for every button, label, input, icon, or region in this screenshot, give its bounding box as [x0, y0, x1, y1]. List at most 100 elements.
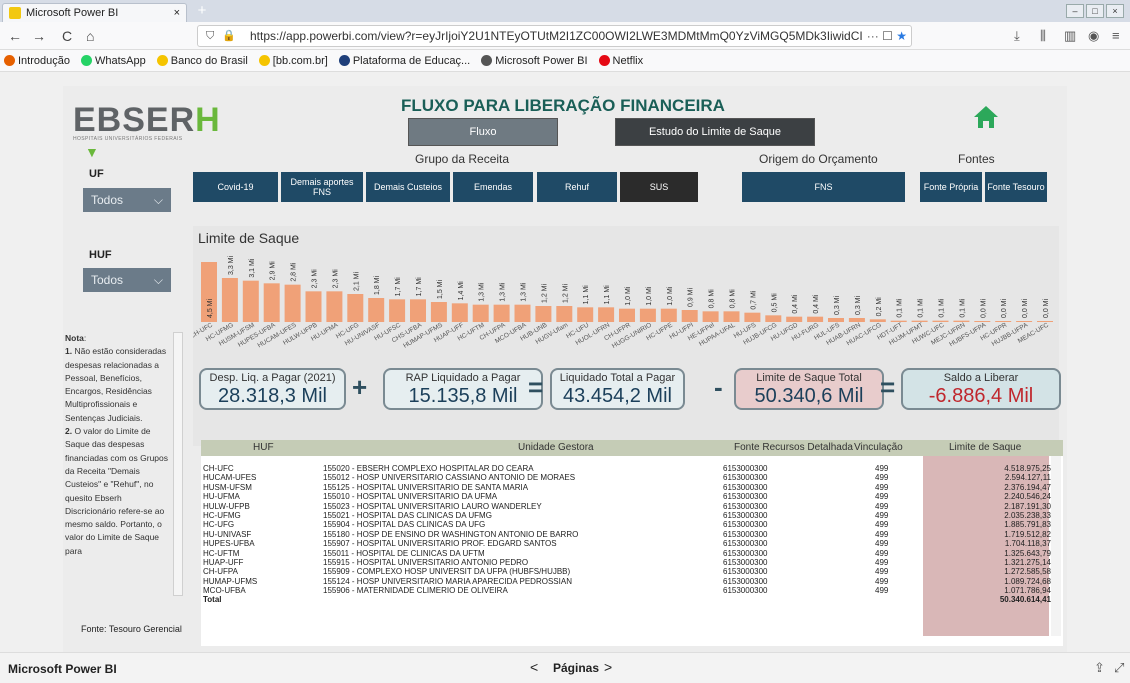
maximize-button[interactable]: □	[1086, 4, 1104, 18]
chart-bar[interactable]	[472, 304, 489, 322]
chart-bar[interactable]	[765, 315, 782, 322]
fonte-propria-button[interactable]: Fonte Própria	[920, 172, 982, 202]
bookmark-item[interactable]: Netflix	[598, 55, 643, 67]
chart-bar[interactable]	[786, 316, 803, 322]
chart-bar[interactable]	[598, 307, 615, 322]
chart-bar[interactable]	[702, 311, 719, 322]
chart-bar[interactable]	[807, 316, 824, 322]
note-scrollbar[interactable]	[173, 332, 183, 596]
table-row[interactable]: HULW-UFPB 155023 - HOSPITAL UNIVERSITARIO…	[203, 502, 1051, 511]
origem-fns-button[interactable]: FNS	[742, 172, 905, 202]
table-row[interactable]: HUCAM-UFES 155012 - HOSP UNIVERSITARIO CA…	[203, 473, 1051, 482]
menu-icon[interactable]: ≡	[1112, 28, 1120, 43]
chart-bar[interactable]	[326, 291, 343, 322]
next-page-button[interactable]: >	[604, 659, 612, 675]
chart-bar[interactable]	[744, 312, 761, 322]
chart-bar[interactable]	[535, 306, 552, 322]
reload-icon[interactable]: C	[62, 28, 72, 44]
table-row[interactable]: HU-UNIVASF 155180 - HOSP DE ENSINO DR WAS…	[203, 530, 1051, 539]
sidebar-icon[interactable]: ▥	[1064, 28, 1076, 44]
grupo-button-5[interactable]: SUS	[620, 172, 698, 202]
chart-bar[interactable]	[514, 304, 531, 322]
chart-bar[interactable]	[723, 311, 740, 322]
bookmark-item[interactable]: WhatsApp	[80, 55, 146, 67]
chart-bar[interactable]	[242, 280, 259, 322]
col-unidade-gestora[interactable]: Unidade Gestora	[518, 442, 594, 453]
browser-tab[interactable]: Microsoft Power BI ×	[2, 3, 187, 22]
chart-bar[interactable]	[639, 308, 656, 322]
table-row[interactable]: HUPES-UFBA 155907 - HOSPITAL UNIVERSITARI…	[203, 539, 1051, 548]
chart-bar[interactable]	[389, 299, 406, 322]
table-row[interactable]: HUSM-UFSM 155125 - HOSPITAL UNIVERSITARIO…	[203, 483, 1051, 492]
grupo-button-4[interactable]: Rehuf	[537, 172, 617, 202]
new-tab-button[interactable]: +	[192, 3, 212, 19]
fonte-tesouro-button[interactable]: Fonte Tesouro	[985, 172, 1047, 202]
col-limite-saque[interactable]: Limite de Saque	[949, 442, 1021, 453]
table-row[interactable]: HC-UFMG 155021 - HOSPITAL DAS CLINICAS DA…	[203, 511, 1051, 520]
bookmark-item[interactable]: Banco do Brasil	[156, 55, 248, 67]
chart-bar[interactable]	[221, 278, 238, 322]
home-icon[interactable]	[973, 104, 999, 130]
chart-bar[interactable]	[577, 307, 594, 322]
chart-bar[interactable]	[368, 298, 385, 322]
home-icon[interactable]: ⌂	[86, 28, 94, 44]
chart-bar[interactable]	[681, 310, 698, 322]
close-window-button[interactable]: ×	[1106, 4, 1124, 18]
window-controls: – □ ×	[1066, 4, 1124, 18]
table-scrollbar[interactable]	[1051, 456, 1061, 636]
lock-icon[interactable]: 🔒	[222, 26, 236, 46]
uf-dropdown[interactable]: Todos ⌵	[83, 188, 171, 212]
col-vinculacao[interactable]: Vinculação	[854, 442, 903, 453]
forward-icon[interactable]: →	[32, 28, 46, 44]
bookmark-item[interactable]: [bb.com.br]	[258, 55, 328, 67]
col-fonte-recursos[interactable]: Fonte Recursos Detalhada	[734, 442, 853, 453]
table-cell: 6153000300	[723, 567, 768, 577]
chart-bar[interactable]	[619, 308, 635, 322]
chart-bar[interactable]	[556, 306, 573, 322]
chart-bar[interactable]	[284, 284, 301, 322]
fullscreen-icon[interactable]: ⤢	[1114, 660, 1124, 676]
grupo-button-1[interactable]: Demais aportes FNS	[281, 172, 363, 202]
table-row[interactable]: HC-UFTM 155011 - HOSPITAL DE CLINICAS DA …	[203, 549, 1051, 558]
bookmark-item[interactable]: Plataforma de Educaç...	[338, 55, 470, 67]
chart-bar[interactable]	[263, 283, 280, 322]
chart-bar[interactable]	[451, 303, 468, 322]
share-icon[interactable]: ⇪	[1094, 660, 1105, 676]
chart-bar[interactable]	[347, 294, 364, 322]
pocket-icon[interactable]: ☐	[882, 29, 893, 43]
grupo-button-2[interactable]: Demais Custeios	[366, 172, 450, 202]
table-row[interactable]: HU-UFMA 155010 - HOSPITAL UNIVERSITARIO D…	[203, 492, 1051, 501]
bookmark-item[interactable]: Introdução	[4, 55, 70, 67]
table-row[interactable]: HC-UFG 155904 - HOSPITAL DAS CLINICAS DA …	[203, 520, 1051, 529]
chart-bar[interactable]	[430, 302, 447, 322]
col-huf[interactable]: HUF	[253, 442, 274, 453]
back-icon[interactable]: ←	[8, 28, 22, 44]
library-icon[interactable]: ⫼	[1040, 28, 1046, 44]
huf-dropdown[interactable]: Todos ⌵	[83, 268, 171, 292]
account-icon[interactable]: ◉	[1088, 28, 1099, 44]
clear-filter-icon[interactable]: ▼	[85, 144, 99, 160]
bookmark-item[interactable]: Microsoft Power BI	[481, 55, 588, 67]
minimize-button[interactable]: –	[1066, 4, 1084, 18]
chart-bar[interactable]	[493, 304, 510, 322]
fluxo-button[interactable]: Fluxo	[408, 118, 558, 146]
chart-bar[interactable]	[305, 291, 322, 322]
address-bar[interactable]: ⛉ 🔒 https://app.powerbi.com/view?r=eyJrI…	[197, 25, 912, 47]
table-row[interactable]: HUAP-UFF 155915 - HOSPITAL UNIVERSITARIO …	[203, 558, 1051, 567]
grupo-button-0[interactable]: Covid-19	[193, 172, 278, 202]
shield-icon[interactable]: ⛉	[206, 26, 214, 46]
prev-page-button[interactable]: <	[530, 659, 538, 675]
table-row[interactable]: MCO-UFBA 155906 - MATERNIDADE CLIMERIO DE…	[203, 586, 1051, 595]
downloads-icon[interactable]: ⤓	[1014, 28, 1020, 44]
pages-label[interactable]: Páginas	[553, 661, 599, 675]
table-row[interactable]: HUMAP-UFMS 155124 - HOSP UNIVERSITARIO MA…	[203, 577, 1051, 586]
table-row[interactable]: CH-UFPA 155909 - COMPLEXO HOSP UNIVERSIT …	[203, 567, 1051, 576]
page-actions-icon[interactable]: ···	[867, 29, 879, 43]
grupo-button-3[interactable]: Emendas	[453, 172, 533, 202]
tab-close-icon[interactable]: ×	[174, 7, 180, 19]
chart-bar[interactable]	[660, 308, 677, 322]
table-row[interactable]: CH-UFC 155020 - EBSERH COMPLEXO HOSPITALA…	[203, 464, 1051, 473]
estudo-limite-button[interactable]: Estudo do Limite de Saque	[615, 118, 815, 146]
chart-bar[interactable]	[410, 299, 426, 322]
bookmark-star-icon[interactable]: ★	[896, 29, 907, 43]
